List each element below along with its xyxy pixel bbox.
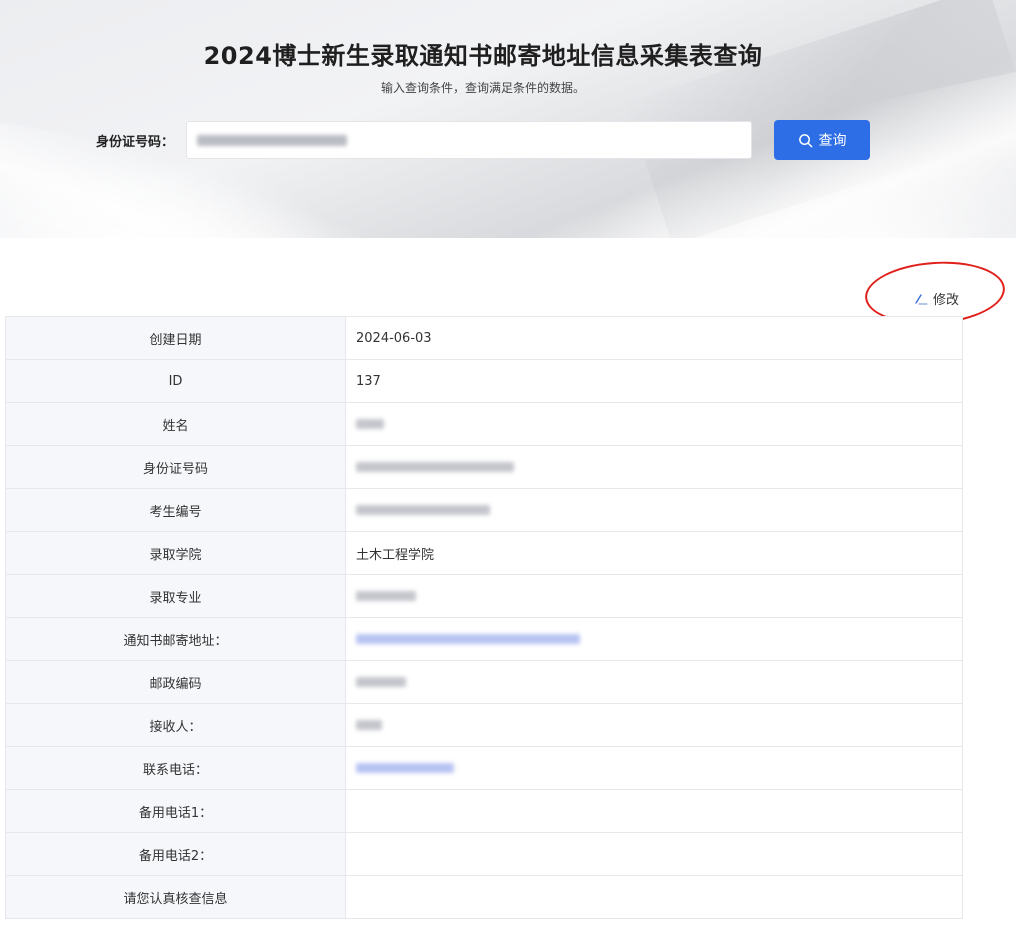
table-row: 姓名 bbox=[5, 402, 963, 446]
page-title: 2024博士新生录取通知书邮寄地址信息采集表查询 bbox=[203, 42, 763, 70]
row-label: 身份证号码 bbox=[5, 445, 346, 489]
table-row: 通知书邮寄地址： bbox=[5, 617, 963, 661]
redacted-value bbox=[356, 763, 454, 773]
redacted-value bbox=[197, 135, 347, 146]
search-icon bbox=[798, 133, 812, 147]
row-value-redacted bbox=[345, 617, 963, 661]
id-number-label: 身份证号码： bbox=[96, 135, 175, 150]
row-value-redacted bbox=[345, 402, 963, 446]
table-row: 考生编号 bbox=[5, 488, 963, 532]
row-value-redacted bbox=[345, 746, 963, 790]
hero-banner: 2024博士新生录取通知书邮寄地址信息采集表查询 输入查询条件，查询满足条件的数… bbox=[0, 0, 1016, 238]
redacted-value bbox=[356, 720, 382, 730]
edit-label: 修改 bbox=[933, 293, 960, 308]
row-label: 联系电话： bbox=[5, 746, 346, 790]
table-row: 身份证号码 bbox=[5, 445, 963, 489]
redacted-value bbox=[356, 505, 490, 515]
table-row: ID 137 bbox=[5, 359, 963, 403]
row-label: 接收人： bbox=[5, 703, 346, 747]
page-subtitle: 输入查询条件，查询满足条件的数据。 bbox=[380, 81, 585, 95]
table-row: 备用电话2： bbox=[5, 832, 963, 876]
row-value-redacted bbox=[345, 574, 963, 618]
row-label: 通知书邮寄地址： bbox=[5, 617, 346, 661]
table-row: 请您认真核查信息 bbox=[5, 875, 963, 919]
row-value: 2024-06-03 bbox=[345, 316, 963, 360]
row-label: ID bbox=[5, 359, 346, 403]
table-row: 录取学院 土木工程学院 bbox=[5, 531, 963, 575]
row-label: 备用电话2： bbox=[5, 832, 346, 876]
record-table: 创建日期 2024-06-03 ID 137 姓名 身份证号码 考生编号 录取学… bbox=[5, 316, 963, 919]
table-row: 备用电话1： bbox=[5, 789, 963, 833]
row-label: 考生编号 bbox=[5, 488, 346, 532]
row-label: 录取专业 bbox=[5, 574, 346, 618]
redacted-value bbox=[356, 462, 514, 472]
table-row: 联系电话： bbox=[5, 746, 963, 790]
row-value-redacted bbox=[345, 660, 963, 704]
row-value bbox=[345, 875, 963, 919]
row-label: 请您认真核查信息 bbox=[5, 875, 346, 919]
row-label: 创建日期 bbox=[5, 316, 346, 360]
row-value bbox=[345, 832, 963, 876]
row-label: 姓名 bbox=[5, 402, 346, 446]
row-value-redacted bbox=[345, 703, 963, 747]
redacted-value bbox=[356, 591, 416, 601]
redacted-value bbox=[356, 419, 384, 429]
row-value-redacted bbox=[345, 488, 963, 532]
redacted-value bbox=[356, 677, 406, 687]
id-number-input[interactable] bbox=[186, 121, 752, 159]
edit-pen-icon bbox=[915, 293, 928, 305]
search-button-label: 查询 bbox=[818, 133, 847, 149]
table-row: 创建日期 2024-06-03 bbox=[5, 316, 963, 360]
table-row: 邮政编码 bbox=[5, 660, 963, 704]
search-button[interactable]: 查询 bbox=[774, 120, 870, 160]
row-label: 录取学院 bbox=[5, 531, 346, 575]
table-row: 录取专业 bbox=[5, 574, 963, 618]
row-value bbox=[345, 789, 963, 833]
edit-button[interactable]: 修改 bbox=[913, 289, 959, 308]
row-value-redacted bbox=[345, 445, 963, 489]
redacted-value bbox=[356, 634, 580, 644]
row-label: 邮政编码 bbox=[5, 660, 346, 704]
table-row: 接收人： bbox=[5, 703, 963, 747]
row-value: 137 bbox=[345, 359, 963, 403]
row-value: 土木工程学院 bbox=[345, 531, 963, 575]
row-label: 备用电话1： bbox=[5, 789, 346, 833]
